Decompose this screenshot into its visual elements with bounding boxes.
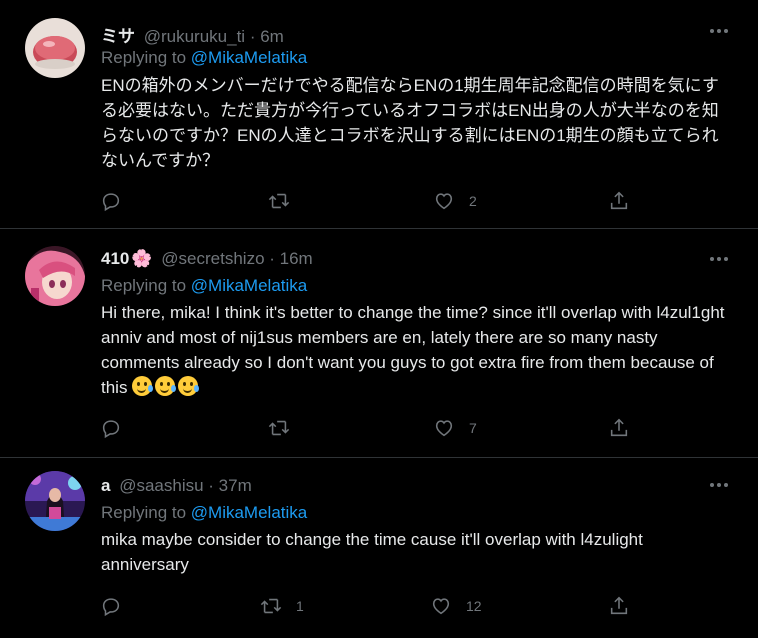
separator: · bbox=[203, 476, 219, 495]
action-bar: 7 bbox=[100, 416, 640, 440]
mention-link[interactable]: @MikaMelatika bbox=[191, 48, 307, 67]
replying-label: Replying to bbox=[101, 276, 191, 295]
cherry-blossom-icon: 🌸 bbox=[131, 249, 153, 268]
timestamp[interactable]: 37m bbox=[219, 476, 252, 495]
mention-link[interactable]: @MikaMelatika bbox=[191, 503, 307, 522]
like-count: 7 bbox=[469, 420, 477, 436]
retweet-count: 1 bbox=[296, 598, 304, 614]
display-name[interactable]: 410 bbox=[101, 249, 129, 268]
more-icon[interactable] bbox=[710, 20, 730, 40]
separator: · bbox=[245, 27, 261, 46]
avatar-image bbox=[25, 471, 85, 531]
like-count: 12 bbox=[466, 598, 482, 614]
avatar[interactable] bbox=[25, 246, 85, 306]
separator: · bbox=[264, 249, 280, 268]
username[interactable]: @secretshizo bbox=[161, 249, 264, 268]
reply-button[interactable] bbox=[100, 416, 122, 440]
mention-link[interactable]: @MikaMelatika bbox=[191, 276, 307, 295]
retweet-button[interactable]: 1 bbox=[260, 594, 304, 618]
share-icon bbox=[610, 418, 628, 437]
timestamp[interactable]: 6m bbox=[260, 27, 284, 46]
timestamp[interactable]: 16m bbox=[280, 249, 313, 268]
username[interactable]: @rukuruku_ti bbox=[144, 27, 245, 46]
replying-label: Replying to bbox=[101, 503, 191, 522]
tweet-text: ENの箱外のメンバーだけでやる配信ならENの1期生周年記念配信の時間を気にする必… bbox=[101, 76, 719, 170]
like-button[interactable]: 2 bbox=[433, 189, 477, 213]
tweet-text: mika maybe consider to change the time c… bbox=[101, 530, 643, 574]
retweet-icon bbox=[268, 193, 290, 209]
tweet[interactable]: a @saashisu · 37m Replying to @MikaMelat… bbox=[0, 458, 758, 638]
like-count: 2 bbox=[469, 193, 477, 209]
reply-icon bbox=[102, 193, 120, 212]
avatar-image bbox=[25, 18, 85, 78]
reply-icon bbox=[102, 420, 120, 439]
display-name[interactable]: ミサ bbox=[101, 27, 135, 46]
avatar[interactable] bbox=[25, 471, 85, 531]
more-icon[interactable] bbox=[710, 248, 730, 268]
like-button[interactable]: 7 bbox=[433, 416, 477, 440]
reply-button[interactable] bbox=[100, 594, 122, 618]
action-bar: 2 bbox=[100, 189, 640, 213]
avatar[interactable] bbox=[25, 18, 85, 78]
share-icon bbox=[610, 596, 628, 615]
reply-button[interactable] bbox=[100, 189, 122, 213]
share-button[interactable] bbox=[608, 594, 630, 618]
tweet[interactable]: 410 🌸 @secretshizo · 16m Replying to @Mik… bbox=[0, 229, 758, 457]
tweet[interactable]: ミサ @rukuruku_ti · 6m Replying to @MikaMe… bbox=[0, 0, 758, 228]
display-name[interactable]: a bbox=[101, 476, 110, 495]
retweet-icon bbox=[268, 420, 290, 436]
like-button[interactable]: 12 bbox=[430, 594, 482, 618]
tweet-text-block: Hi there, mika! I think it's better to c… bbox=[101, 300, 731, 400]
username[interactable]: @saashisu bbox=[119, 476, 203, 495]
retweet-button[interactable] bbox=[268, 416, 304, 440]
retweet-button[interactable] bbox=[268, 189, 304, 213]
replying-label: Replying to bbox=[101, 48, 191, 67]
replying-to: Replying to @MikaMelatika bbox=[101, 503, 307, 523]
action-bar: 1 12 bbox=[100, 594, 640, 618]
share-button[interactable] bbox=[608, 189, 630, 213]
replying-to: Replying to @MikaMelatika bbox=[101, 276, 307, 296]
share-button[interactable] bbox=[608, 416, 630, 440]
avatar-image bbox=[25, 246, 85, 306]
like-icon bbox=[435, 420, 453, 437]
replying-to: Replying to @MikaMelatika bbox=[101, 48, 307, 68]
more-icon[interactable] bbox=[710, 474, 730, 494]
like-icon bbox=[432, 598, 450, 615]
retweet-icon bbox=[260, 598, 282, 614]
emoji-icon bbox=[132, 376, 201, 397]
reply-icon bbox=[102, 598, 120, 617]
share-icon bbox=[610, 191, 628, 210]
like-icon bbox=[435, 193, 453, 210]
